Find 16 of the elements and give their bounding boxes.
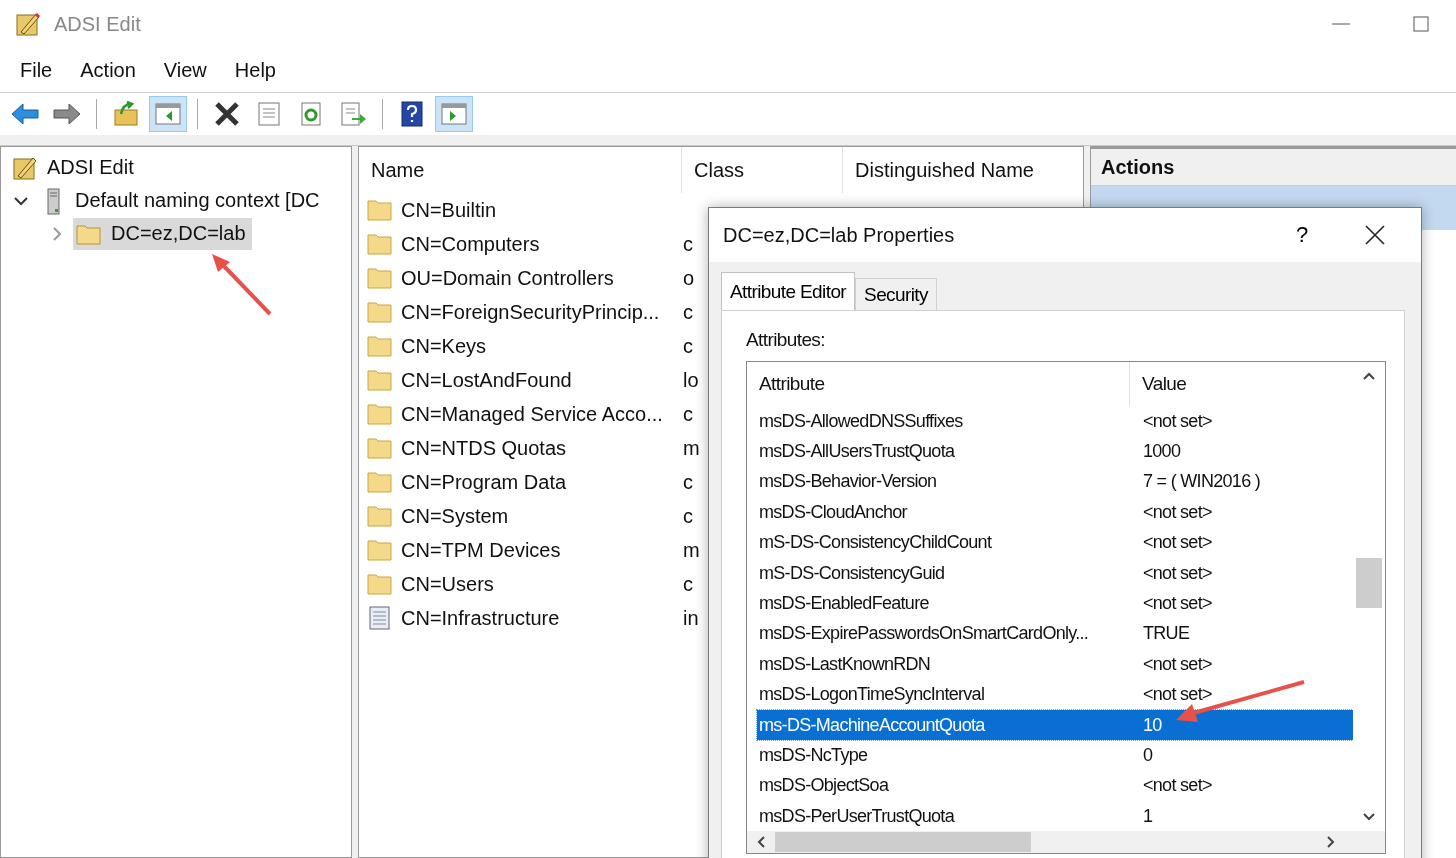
table-cell-text: lo <box>682 368 699 392</box>
table-cell-text: c <box>682 504 693 528</box>
table-cell-text: c <box>682 470 693 494</box>
window-title: ADSI Edit <box>54 12 141 36</box>
table-cell-text: m <box>682 436 700 460</box>
dialog-title: DC=ez,DC=lab Properties <box>723 223 955 247</box>
table-cell-text: o <box>682 266 695 290</box>
table-cell-text: c <box>682 572 693 596</box>
table-cell-text: in <box>682 606 699 630</box>
table-cell-text: c <box>682 402 693 426</box>
actions-header: Actions <box>1091 149 1456 186</box>
table-cell-text: m <box>682 538 700 562</box>
table-cell-text: c <box>682 232 693 256</box>
table-cell-text: c <box>682 334 693 358</box>
attributes-label: Attributes: <box>746 329 826 351</box>
table-cell-text: c <box>682 300 693 324</box>
